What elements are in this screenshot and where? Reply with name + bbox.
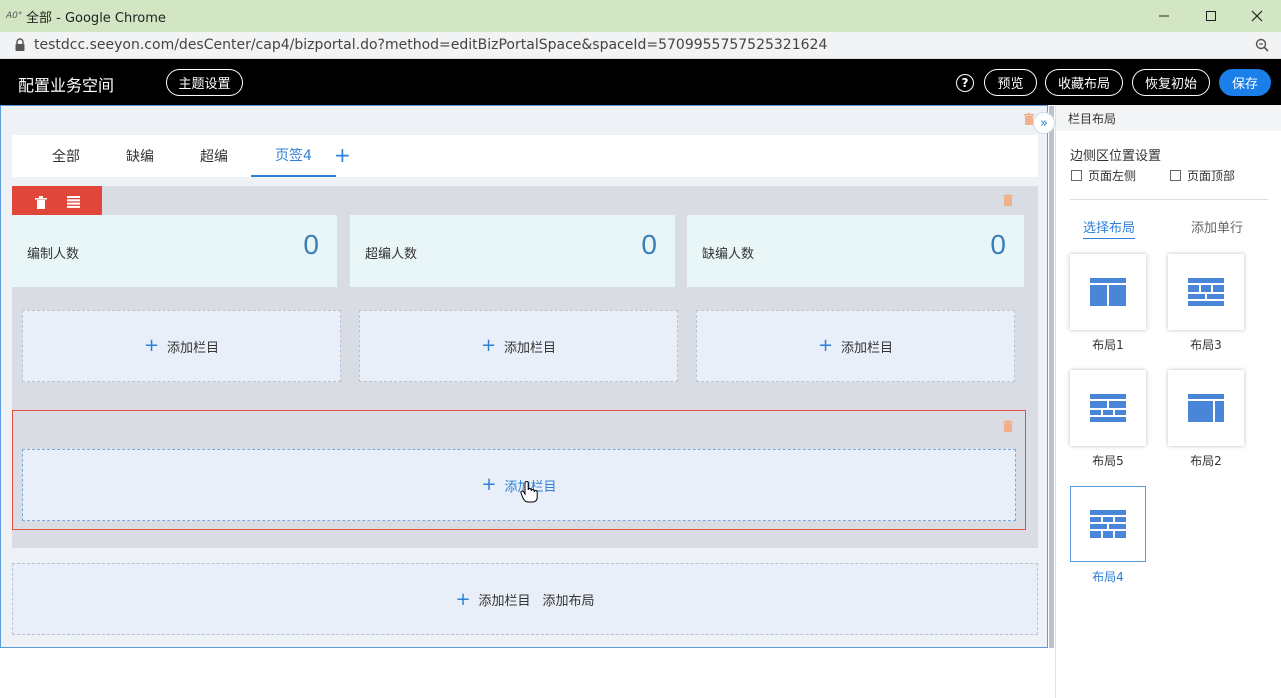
layout-option-3[interactable] bbox=[1168, 254, 1244, 330]
close-icon[interactable] bbox=[1234, 0, 1280, 32]
layout-panel: 栏目布局 边侧区位置设置 页面左侧 页面顶部 选择布局 添加单行 布局1 布局3 bbox=[1055, 105, 1281, 698]
checkbox-box[interactable] bbox=[1071, 170, 1082, 181]
plus-icon: + bbox=[143, 335, 160, 356]
help-icon[interactable]: ? bbox=[956, 74, 974, 92]
page-title: 配置业务空间 bbox=[18, 76, 115, 95]
layout-label: 布局5 bbox=[1092, 454, 1124, 468]
layout-option-5[interactable] bbox=[1070, 370, 1146, 446]
layout-3-icon bbox=[1188, 278, 1224, 306]
layout-5-icon bbox=[1090, 394, 1126, 422]
add-row-slot[interactable]: + 添加栏目 添加布局 bbox=[12, 563, 1038, 635]
tab-bar: 全部 缺编 超编 页签4 + bbox=[12, 135, 1038, 177]
lock-icon bbox=[14, 38, 26, 52]
add-column-label: 添加栏目 bbox=[504, 340, 557, 356]
browser-titlebar: A0° 全部 - Google Chrome bbox=[0, 0, 1281, 32]
divider bbox=[1070, 199, 1268, 200]
layout-label: 布局3 bbox=[1190, 338, 1222, 352]
theme-settings-button[interactable]: 主题设置 bbox=[166, 69, 243, 96]
layout-1-icon bbox=[1090, 278, 1126, 306]
preview-button[interactable]: 预览 bbox=[984, 69, 1037, 96]
plus-icon: + bbox=[480, 335, 497, 356]
add-column-label: 添加栏目 bbox=[841, 340, 894, 356]
layout-4-icon bbox=[1090, 510, 1126, 538]
trash-icon[interactable] bbox=[1003, 420, 1013, 436]
list-icon[interactable] bbox=[67, 196, 80, 212]
tab-shortage[interactable]: 缺编 bbox=[126, 135, 154, 177]
plus-icon: + bbox=[817, 335, 834, 356]
plus-icon: + bbox=[481, 474, 497, 495]
add-column-slot[interactable]: + 添加栏目 bbox=[359, 310, 678, 382]
tab-select-layout[interactable]: 选择布局 bbox=[1083, 217, 1136, 239]
app-icon: A0° bbox=[6, 11, 23, 21]
add-column-label[interactable]: 添加栏目 bbox=[479, 590, 531, 609]
hand-cursor-icon bbox=[520, 480, 538, 507]
add-column-slot[interactable]: + 添加栏目 bbox=[22, 310, 341, 382]
add-column-slot[interactable]: + 添加栏目 bbox=[22, 449, 1016, 521]
stat-card: 缺编人数 0 bbox=[687, 215, 1024, 287]
stat-card: 超编人数 0 bbox=[350, 215, 675, 287]
design-canvas: 全部 缺编 超编 页签4 + 编制人数 0 超编人数 0 缺编人数 0 + 添加… bbox=[0, 105, 1048, 648]
collapse-panel-icon[interactable]: » bbox=[1033, 112, 1055, 134]
add-layout-label[interactable]: 添加布局 bbox=[543, 590, 595, 609]
plus-icon: + bbox=[455, 588, 471, 610]
sidebar-position-title: 边侧区位置设置 bbox=[1070, 149, 1162, 164]
tab-overstaff[interactable]: 超编 bbox=[200, 135, 228, 177]
checkbox-page-left[interactable]: 页面左侧 bbox=[1071, 167, 1136, 184]
minimize-icon[interactable] bbox=[1141, 0, 1187, 32]
checkbox-page-top[interactable]: 页面顶部 bbox=[1170, 167, 1235, 184]
add-tab-icon[interactable]: + bbox=[334, 143, 351, 167]
add-column-slot[interactable]: + 添加栏目 bbox=[696, 310, 1015, 382]
layout-section: 编制人数 0 超编人数 0 缺编人数 0 + 添加栏目 + 添加栏目 + 添加栏… bbox=[12, 186, 1038, 548]
checkbox-box[interactable] bbox=[1170, 170, 1181, 181]
layout-option-1[interactable] bbox=[1070, 254, 1146, 330]
layout-option-4[interactable] bbox=[1070, 486, 1146, 562]
stat-label: 超编人数 bbox=[365, 247, 418, 262]
canvas-scrollbar[interactable] bbox=[1049, 106, 1054, 648]
layout-label: 布局1 bbox=[1092, 338, 1124, 352]
stat-label: 编制人数 bbox=[27, 247, 80, 262]
tab-page4[interactable]: 页签4 bbox=[251, 135, 336, 177]
selected-layout-row[interactable]: + 添加栏目 bbox=[12, 410, 1026, 530]
layout-2-icon bbox=[1188, 394, 1224, 422]
stat-card: 编制人数 0 bbox=[12, 215, 337, 287]
checkbox-label: 页面左侧 bbox=[1088, 169, 1137, 183]
stat-value: 0 bbox=[990, 229, 1006, 260]
zoom-icon[interactable] bbox=[1255, 38, 1269, 52]
tab-all[interactable]: 全部 bbox=[52, 135, 80, 177]
layout-label: 布局4 bbox=[1092, 570, 1124, 584]
add-column-label: 添加栏目 bbox=[167, 340, 220, 356]
window-title: 全部 - Google Chrome bbox=[26, 10, 166, 26]
tab-add-row[interactable]: 添加单行 bbox=[1191, 217, 1243, 236]
layout-label: 布局2 bbox=[1190, 454, 1222, 468]
checkbox-label: 页面顶部 bbox=[1187, 169, 1236, 183]
url-text[interactable]: testdcc.seeyon.com/desCenter/cap4/bizpor… bbox=[34, 37, 827, 53]
app-header: 配置业务空间 主题设置 ? 预览 收藏布局 恢复初始 保存 bbox=[0, 59, 1281, 105]
stat-value: 0 bbox=[641, 229, 657, 260]
panel-header: 栏目布局 bbox=[1056, 105, 1281, 131]
save-button[interactable]: 保存 bbox=[1219, 69, 1271, 96]
layout-option-2[interactable] bbox=[1168, 370, 1244, 446]
stat-label: 缺编人数 bbox=[702, 247, 755, 262]
maximize-icon[interactable] bbox=[1188, 0, 1234, 32]
address-bar[interactable]: testdcc.seeyon.com/desCenter/cap4/bizpor… bbox=[0, 32, 1281, 59]
trash-icon[interactable] bbox=[1003, 194, 1013, 210]
favorite-layout-button[interactable]: 收藏布局 bbox=[1045, 69, 1123, 96]
reset-button[interactable]: 恢复初始 bbox=[1132, 69, 1210, 96]
stat-value: 0 bbox=[303, 229, 319, 260]
delete-icon[interactable] bbox=[35, 196, 47, 213]
